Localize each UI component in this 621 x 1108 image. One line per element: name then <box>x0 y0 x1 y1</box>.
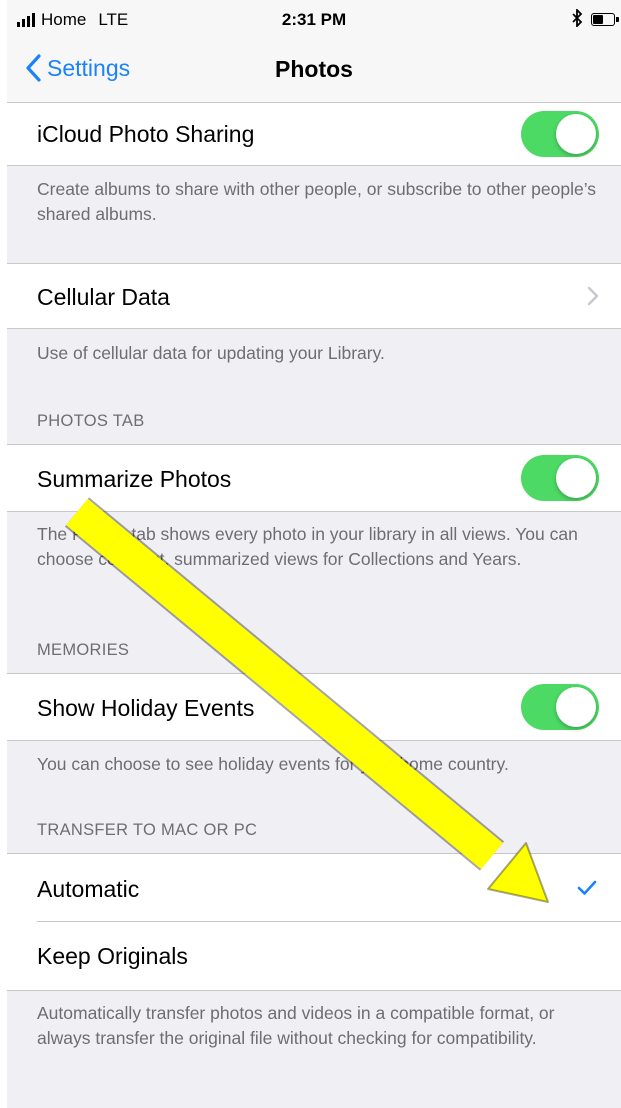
show-holiday-events-row[interactable]: Show Holiday Events <box>7 674 621 740</box>
settings-screen: Home LTE 2:31 PM Settings Photos iCloud … <box>7 0 621 1108</box>
status-bar: Home LTE 2:31 PM <box>7 0 621 40</box>
page-title: Photos <box>275 56 353 82</box>
icloud-photo-sharing-label: iCloud Photo Sharing <box>37 121 255 147</box>
divider <box>7 511 621 512</box>
summarize-photos-toggle[interactable] <box>521 455 599 501</box>
battery-icon <box>591 13 619 26</box>
transfer-header: TRANSFER TO MAC OR PC <box>37 821 258 839</box>
divider <box>7 990 621 991</box>
checkmark-icon <box>577 880 597 895</box>
transfer-option-keep-originals[interactable]: Keep Originals <box>7 922 621 990</box>
photos-tab-footer-text: The Photos tab shows every photo in your… <box>37 524 578 569</box>
cellular-data-row[interactable]: Cellular Data <box>7 264 621 328</box>
memories-footer-text: You can choose to see holiday events for… <box>37 754 509 774</box>
transfer-option-automatic[interactable]: Automatic <box>7 854 621 922</box>
cellular-footer-text: Use of cellular data for updating your L… <box>37 343 385 363</box>
memories-header: MEMORIES <box>37 641 130 659</box>
status-time: 2:31 PM <box>281 10 347 29</box>
icloud-photo-sharing-toggle[interactable] <box>521 111 599 157</box>
bluetooth-icon <box>571 7 583 30</box>
transfer-option-label: Automatic <box>37 876 140 902</box>
icloud-photo-sharing-row[interactable]: iCloud Photo Sharing <box>7 103 621 165</box>
transfer-footer-text: Automatically transfer photos and videos… <box>37 1003 555 1048</box>
show-holiday-events-label: Show Holiday Events <box>37 695 255 721</box>
show-holiday-events-toggle[interactable] <box>521 684 599 730</box>
divider <box>7 328 621 329</box>
photos-tab-header: PHOTOS TAB <box>37 412 145 430</box>
divider <box>7 740 621 741</box>
summarize-photos-label: Summarize Photos <box>37 466 232 492</box>
icloud-footer-text: Create albums to share with other people… <box>37 179 597 224</box>
cellular-data-label: Cellular Data <box>37 284 170 310</box>
divider <box>7 165 621 166</box>
transfer-option-label: Keep Originals <box>37 943 188 969</box>
navigation-bar: Settings Photos <box>7 40 621 103</box>
chevron-right-icon <box>587 286 599 306</box>
summarize-photos-row[interactable]: Summarize Photos <box>7 445 621 511</box>
